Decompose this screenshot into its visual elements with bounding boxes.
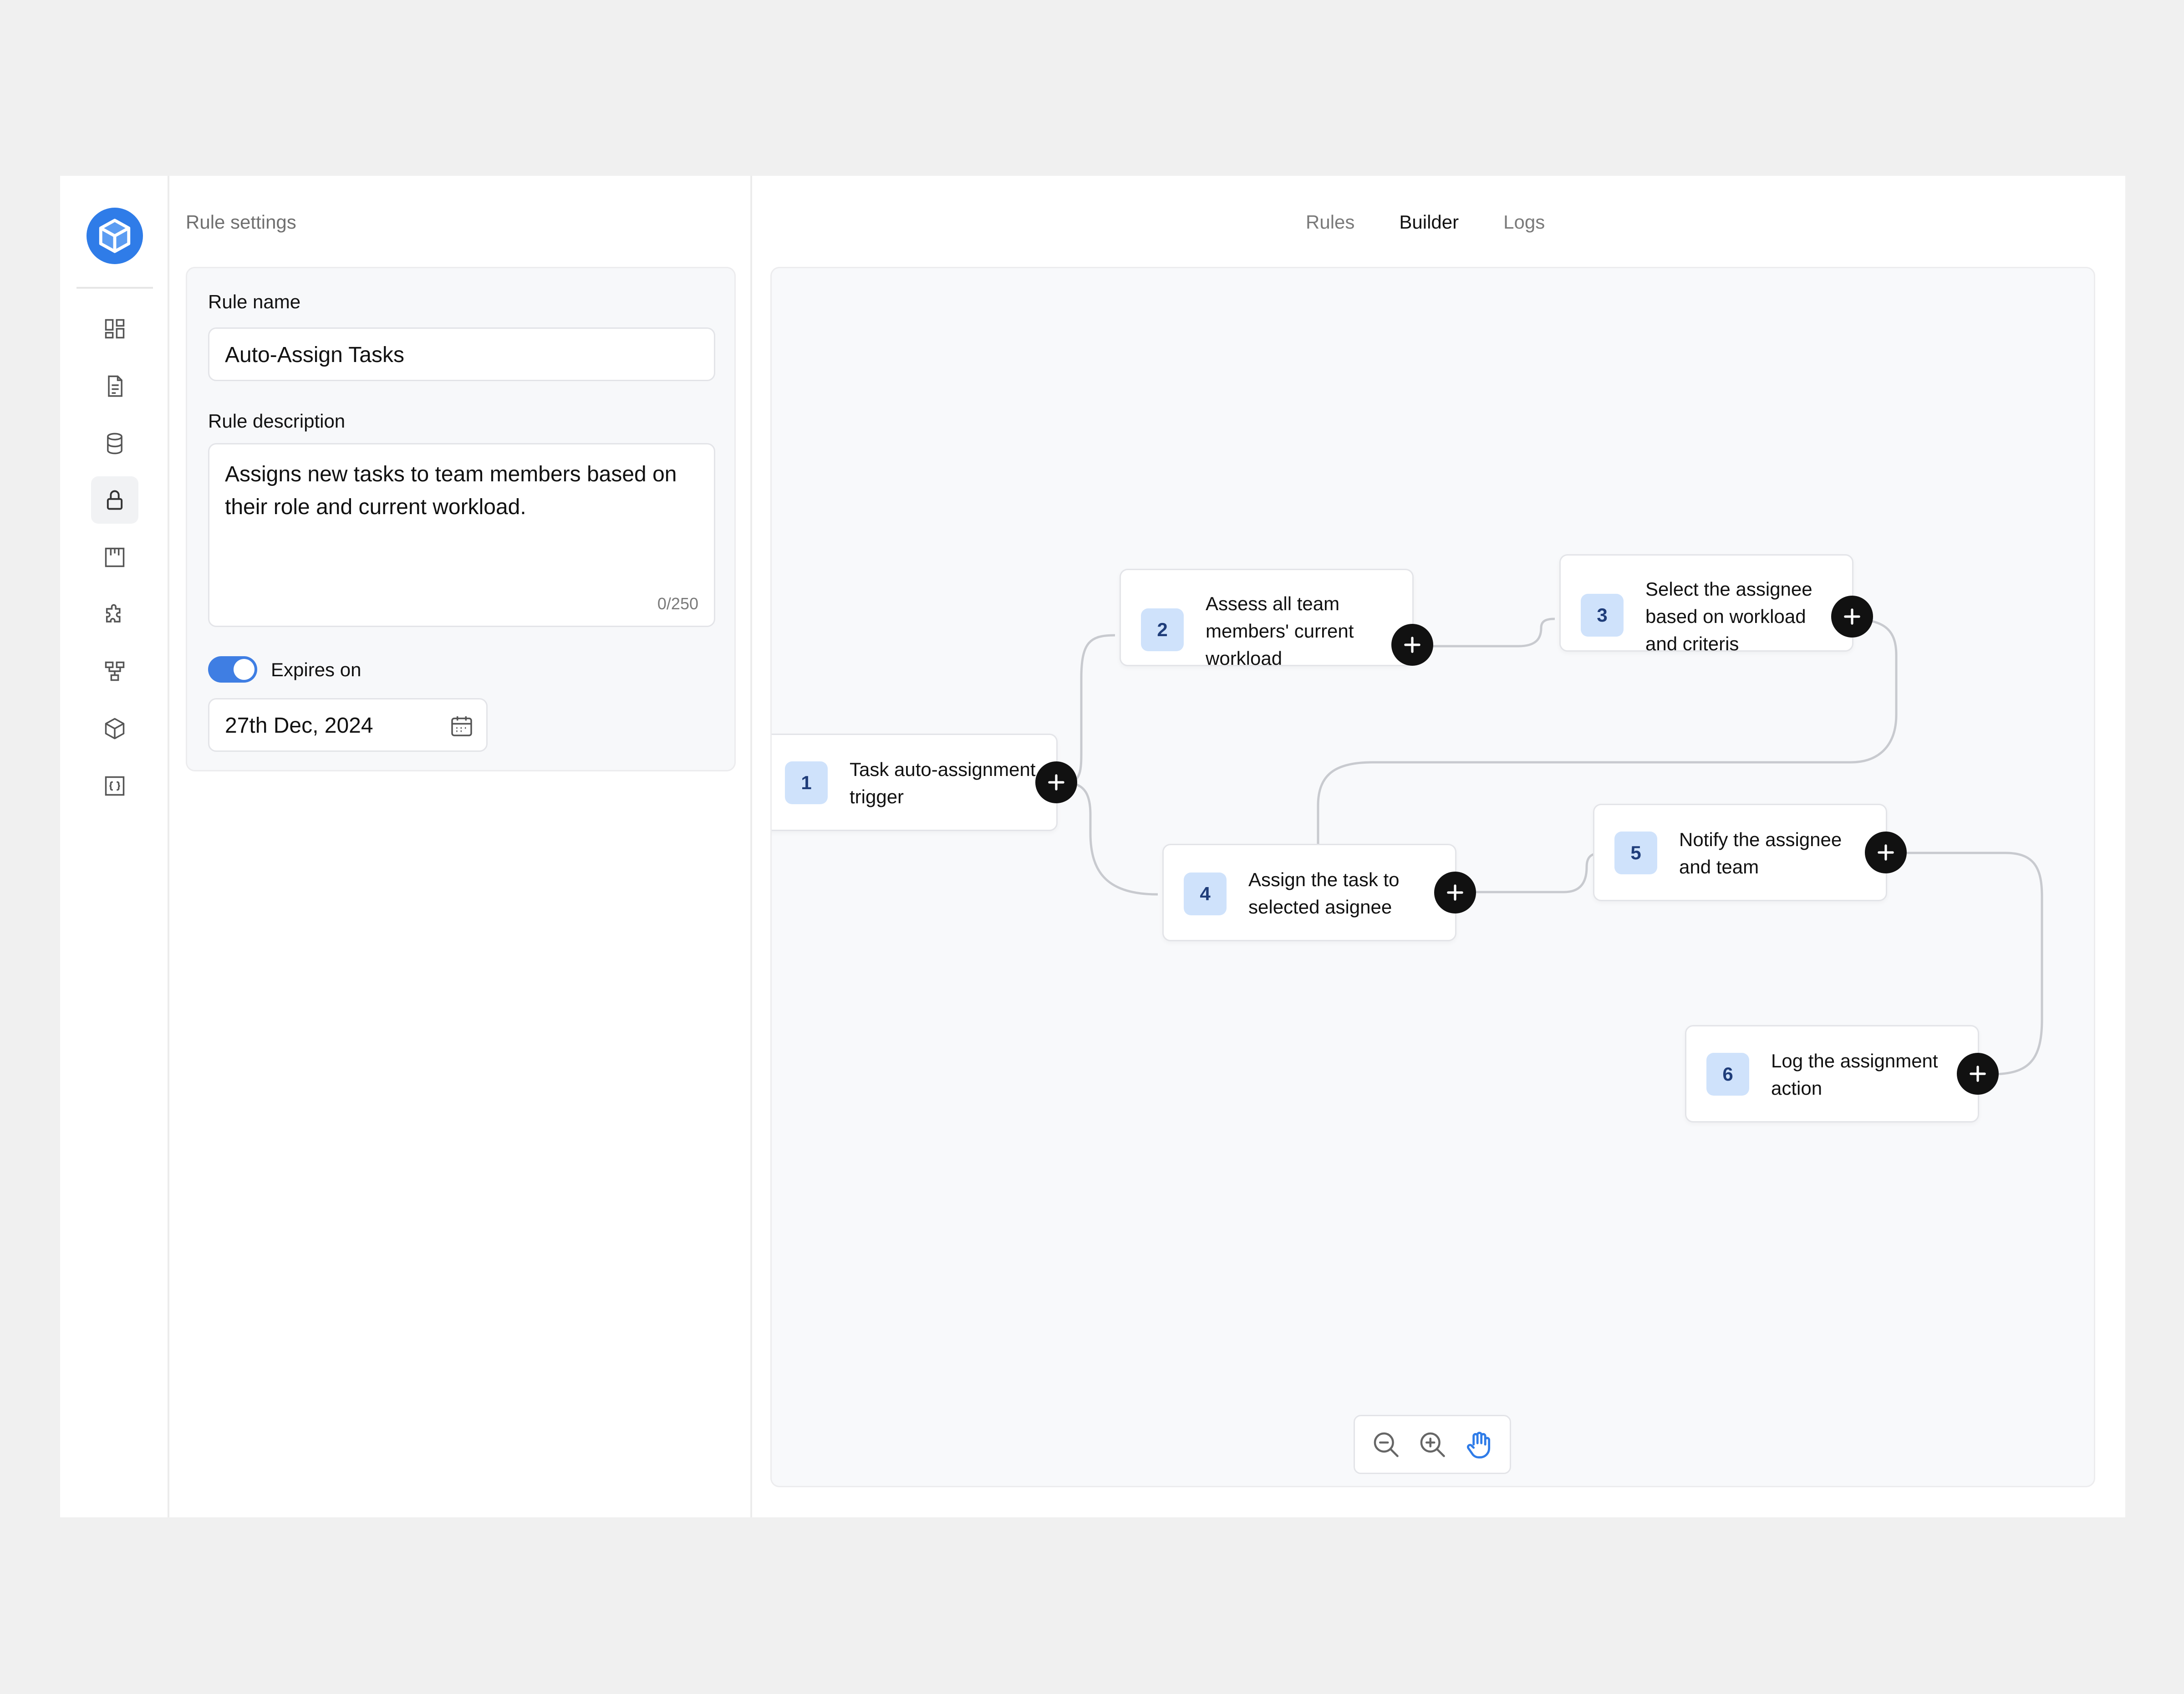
puzzle-icon xyxy=(106,604,121,622)
rail-item-database[interactable] xyxy=(91,420,138,467)
calendar-icon[interactable] xyxy=(449,713,474,739)
rail-item-workflows[interactable] xyxy=(91,648,138,695)
add-step-button[interactable] xyxy=(1434,872,1476,913)
rule-settings-card: Rule name Auto-Assign Tasks Rule descrip… xyxy=(186,267,736,771)
flow-node-1[interactable]: 1 Task auto-assignment trigger xyxy=(772,734,1077,831)
flow-canvas[interactable]: 1 Task auto-assignment trigger 2 Assess … xyxy=(770,267,2095,1487)
rail-item-board[interactable] xyxy=(91,534,138,581)
flow-node-2[interactable]: 2 Assess all team members' current workl… xyxy=(1120,569,1433,669)
connector-2-3 xyxy=(1421,617,1555,648)
add-step-button[interactable] xyxy=(1035,761,1077,803)
node-label: Assess all team members' current workloa… xyxy=(1206,593,1354,669)
connector-1-4 xyxy=(1065,781,1158,896)
plus-icon xyxy=(1844,608,1860,625)
code-braces-icon xyxy=(105,776,125,796)
rail-divider xyxy=(76,287,153,289)
node-step-number: 2 xyxy=(1141,608,1184,651)
dashboard-icon xyxy=(105,319,125,339)
view-tabs: Rules Builder Logs xyxy=(1306,211,1589,233)
tab-builder[interactable]: Builder xyxy=(1399,211,1459,233)
add-step-button[interactable] xyxy=(1957,1053,1999,1095)
add-step-button[interactable] xyxy=(1831,596,1873,638)
connector-1-2 xyxy=(1065,634,1115,784)
char-counter: 0/250 xyxy=(657,594,698,613)
node-label: Task auto-assignment trigger xyxy=(850,759,1036,807)
tab-rules[interactable]: Rules xyxy=(1306,211,1354,233)
flow-node-4[interactable]: 4 Assign the task to selected asignee xyxy=(1162,844,1476,941)
cube-logo-icon[interactable] xyxy=(87,208,143,264)
connector-4-5 xyxy=(1462,852,1604,893)
rail-item-packages[interactable] xyxy=(91,705,138,752)
zoom-out-button[interactable] xyxy=(1370,1429,1401,1460)
node-label: Assign the task to selected asignee xyxy=(1248,869,1400,918)
node-step-number: 1 xyxy=(785,761,828,804)
rule-description-textarea[interactable]: Assigns new tasks to team members based … xyxy=(208,443,715,627)
plus-icon xyxy=(1404,637,1420,653)
workflow-icon xyxy=(105,661,125,681)
database-icon xyxy=(107,433,122,454)
lock-icon xyxy=(107,490,123,510)
tab-logs[interactable]: Logs xyxy=(1503,211,1545,233)
node-step-number: 4 xyxy=(1184,873,1227,915)
node-label: Log the assignment action xyxy=(1771,1050,1938,1099)
flow-node-3[interactable]: 3 Select the assignee based on workload … xyxy=(1559,554,1873,654)
hand-pan-icon xyxy=(1466,1432,1491,1459)
rule-description-label: Rule description xyxy=(208,410,346,432)
rail-item-extensions[interactable] xyxy=(91,591,138,638)
document-icon xyxy=(108,375,122,397)
app-window: Rule settings Rule name Auto-Assign Task… xyxy=(60,176,2125,1517)
rail-item-dashboard[interactable] xyxy=(91,305,138,352)
zoom-in-icon xyxy=(1420,1432,1445,1457)
flow-node-6[interactable]: 6 Log the assignment action xyxy=(1685,1025,1999,1123)
zoom-out-icon xyxy=(1374,1432,1399,1457)
node-label: Select the assignee based on workload an… xyxy=(1645,578,1812,654)
expires-label: Expires on xyxy=(271,659,361,680)
add-step-button[interactable] xyxy=(1391,624,1433,666)
panel-title: Rule settings xyxy=(186,211,296,233)
node-step-number: 3 xyxy=(1581,594,1624,637)
rail-item-documents[interactable] xyxy=(91,362,138,410)
zoom-toolbar xyxy=(1354,1415,1511,1474)
zoom-in-button[interactable] xyxy=(1417,1429,1448,1460)
box-icon xyxy=(105,718,125,740)
rule-name-label: Rule name xyxy=(208,291,301,312)
plus-icon xyxy=(1970,1066,1986,1082)
rule-name-input[interactable]: Auto-Assign Tasks xyxy=(208,327,715,381)
plus-icon xyxy=(1447,884,1463,901)
rule-description-text: Assigns new tasks to team members based … xyxy=(225,462,677,519)
add-step-button[interactable] xyxy=(1865,832,1907,873)
board-icon xyxy=(105,547,125,567)
icon-rail xyxy=(60,176,169,1517)
rail-item-code[interactable] xyxy=(91,762,138,810)
rail-item-security[interactable] xyxy=(91,476,138,524)
builder-area: Rules Builder Logs 1 Task auto-assignmen… xyxy=(754,176,2125,1517)
plus-icon xyxy=(1048,774,1064,791)
rule-settings-panel: Rule settings Rule name Auto-Assign Task… xyxy=(169,176,752,1517)
expiry-date-picker[interactable]: 27th Dec, 2024 xyxy=(208,698,488,752)
flow-node-5[interactable]: 5 Notify the assignee and team xyxy=(1593,804,1907,901)
node-step-number: 6 xyxy=(1706,1053,1749,1096)
node-label: Notify the assignee and team xyxy=(1679,829,1842,878)
node-step-number: 5 xyxy=(1614,832,1657,874)
pan-tool-button[interactable] xyxy=(1463,1429,1494,1460)
plus-icon xyxy=(1878,844,1894,861)
expires-toggle[interactable] xyxy=(208,656,257,683)
expiry-date-value: 27th Dec, 2024 xyxy=(225,714,373,738)
